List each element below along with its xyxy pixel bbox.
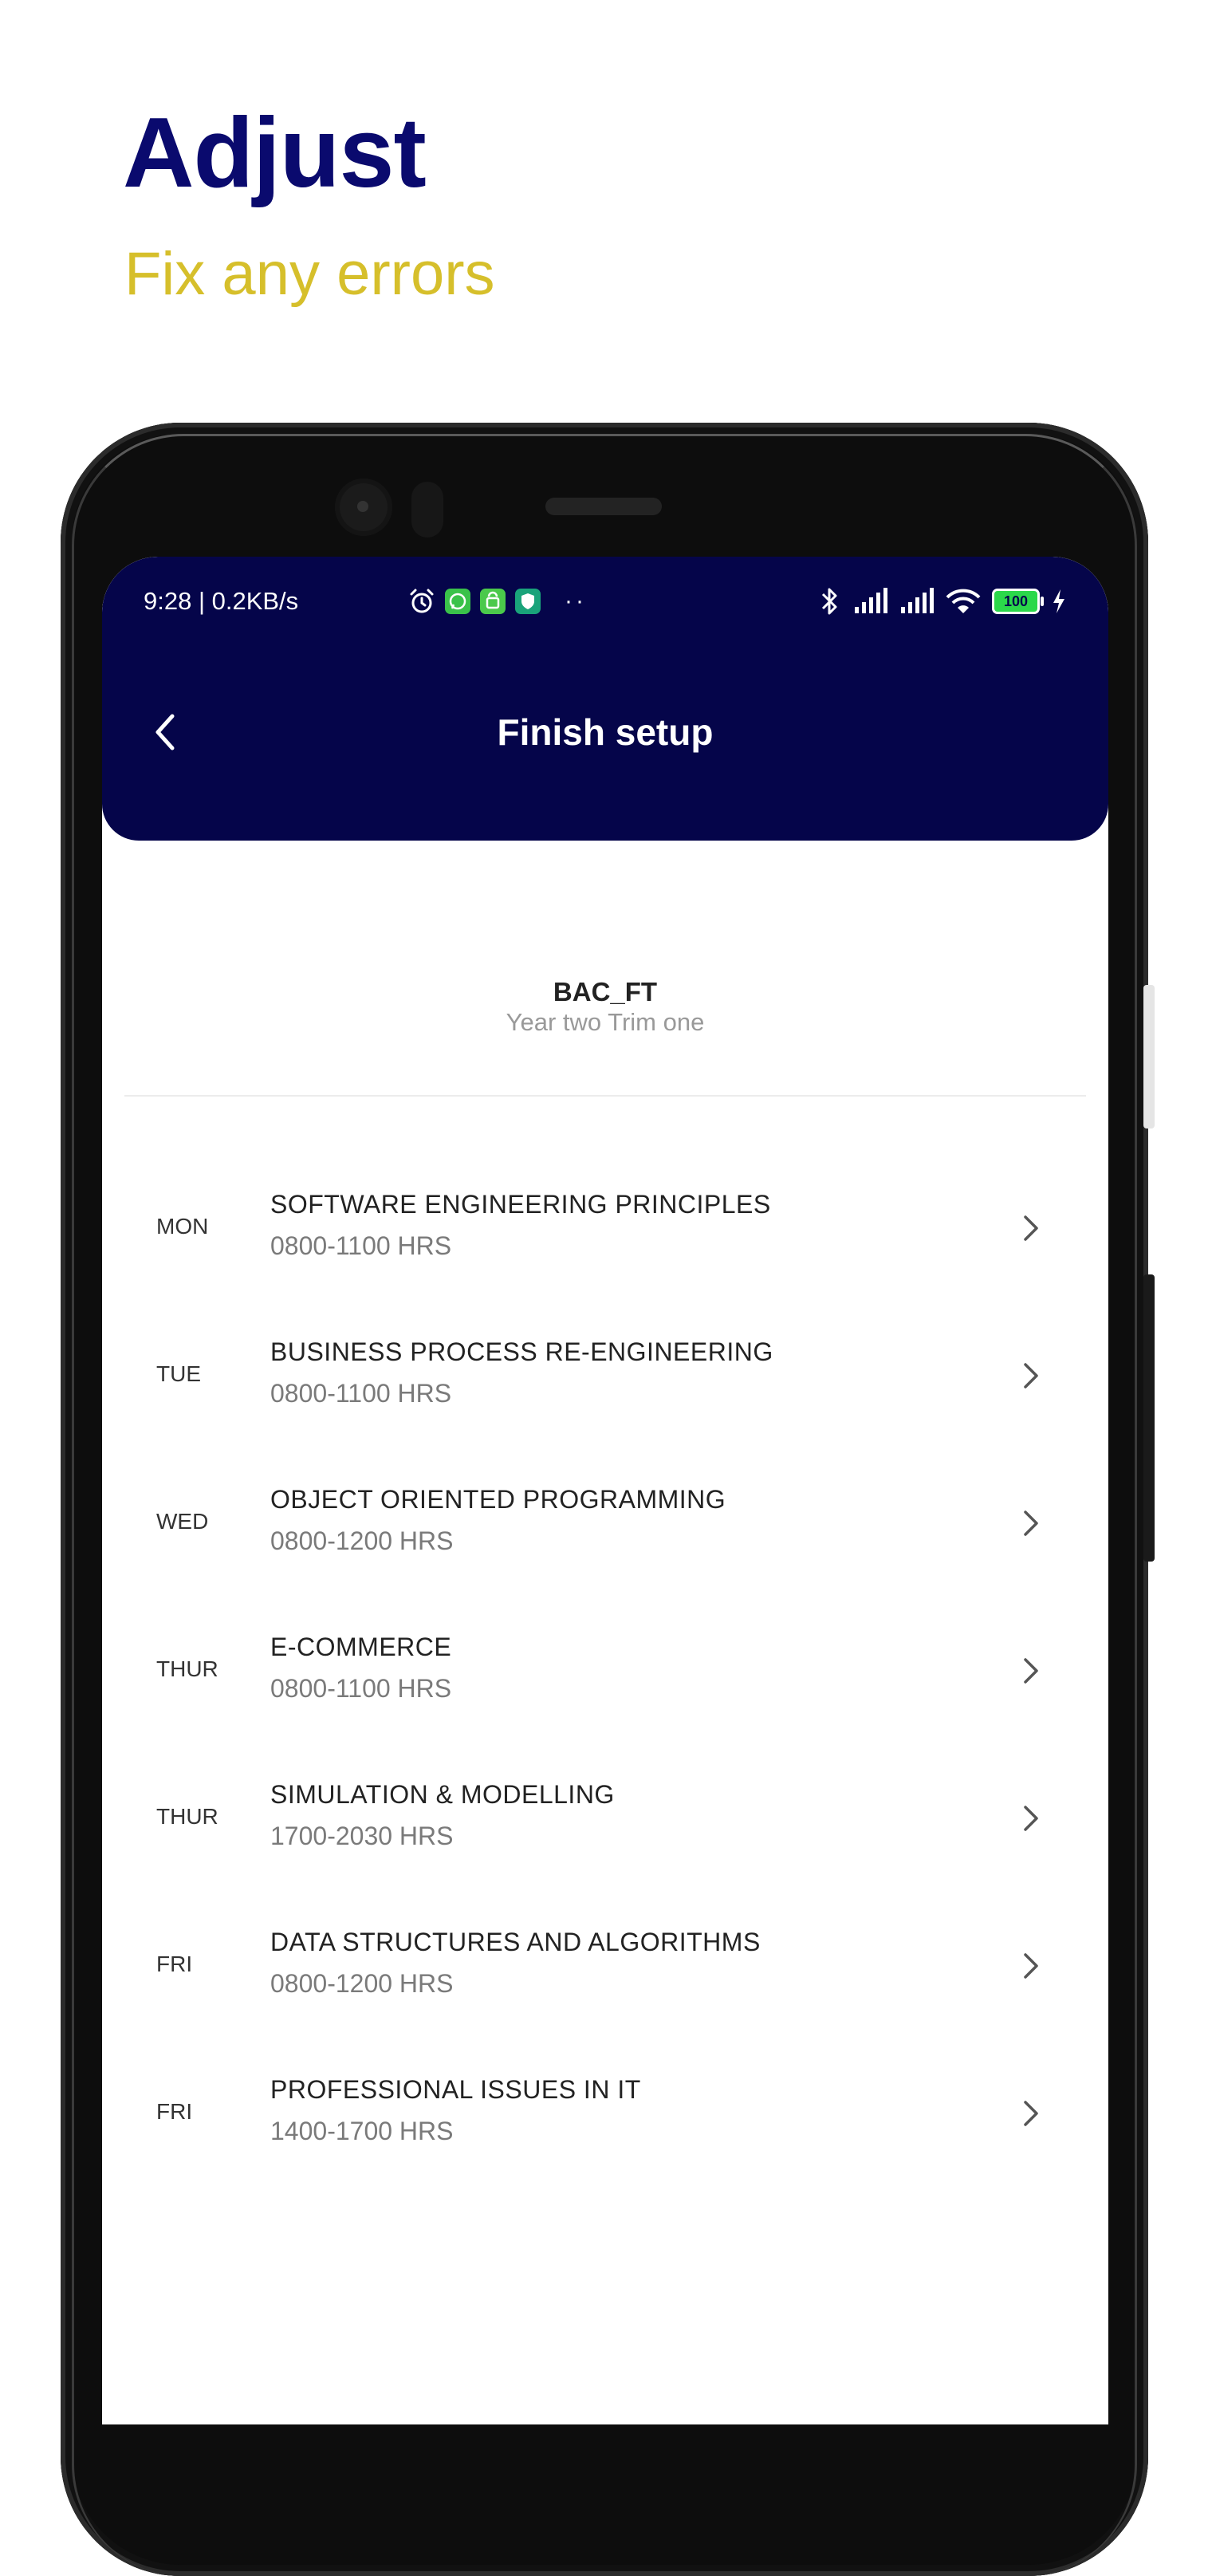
schedule-list: MON SOFTWARE ENGINEERING PRINCIPLES 0800… (102, 1171, 1108, 2204)
signal-icon (855, 588, 887, 613)
schedule-time: 0800-1100 HRS (270, 1379, 452, 1408)
schedule-row[interactable]: TUE BUSINESS PROCESS RE-ENGINEERING 0800… (102, 1318, 1108, 1466)
phone-power-button (1143, 1274, 1155, 1562)
signal-icon (901, 588, 934, 613)
schedule-row[interactable]: THUR SIMULATION & MODELLING 1700-2030 HR… (102, 1761, 1108, 1908)
schedule-day: FRI (156, 2099, 193, 2124)
schedule-time: 0800-1200 HRS (270, 1526, 454, 1555)
schedule-row[interactable]: WED OBJECT ORIENTED PROGRAMMING 0800-120… (102, 1466, 1108, 1613)
earpiece-speaker (545, 498, 662, 515)
schedule-subject: DATA STRUCTURES AND ALGORITHMS (270, 1928, 761, 1956)
schedule-time: 0800-1100 HRS (270, 1674, 452, 1703)
schedule-day: WED (156, 1509, 209, 1534)
schedule-subject: SIMULATION & MODELLING (270, 1780, 615, 1809)
vpn-shield-icon (515, 589, 541, 614)
schedule-time: 0800-1100 HRS (270, 1231, 452, 1260)
phone-volume-button (1143, 985, 1155, 1128)
divider (124, 1095, 1086, 1097)
more-notifications-icon: ·· (565, 588, 587, 614)
status-notification-icons: ·· (408, 587, 587, 616)
android-icon (480, 589, 506, 614)
chevron-right-icon (1024, 1363, 1038, 1388)
page-title: Finish setup (497, 711, 714, 753)
schedule-subject: BUSINESS PROCESS RE-ENGINEERING (270, 1337, 773, 1366)
schedule-day: THUR (156, 1804, 218, 1829)
status-system-icons: 100 (818, 585, 1067, 617)
alarm-icon (410, 589, 434, 613)
chevron-right-icon (1024, 1658, 1038, 1684)
status-time-speed: 9:28 | 0.2KB/s (144, 587, 299, 615)
promo-subtitle: Fix any errors (124, 240, 495, 308)
status-bar: 9:28 | 0.2KB/s ·· 100 (144, 577, 1067, 625)
schedule-time: 1400-1700 HRS (270, 2117, 454, 2145)
app-header: 9:28 | 0.2KB/s ·· 100 Finish setup (102, 557, 1108, 841)
schedule-subject: OBJECT ORIENTED PROGRAMMING (270, 1485, 726, 1514)
schedule-day: FRI (156, 1952, 193, 1976)
schedule-row[interactable]: FRI PROFESSIONAL ISSUES IN IT 1400-1700 … (102, 2056, 1108, 2204)
proximity-sensor (411, 482, 443, 538)
course-term: Year two Trim one (506, 1008, 705, 1036)
course-code: BAC_FT (553, 977, 658, 1006)
wifi-icon (946, 589, 981, 613)
phone-screen: 9:28 | 0.2KB/s ·· 100 Finish setup BAC_F… (102, 557, 1108, 2424)
schedule-subject: PROFESSIONAL ISSUES IN IT (270, 2075, 641, 2104)
schedule-day: THUR (156, 1656, 218, 1681)
schedule-row[interactable]: MON SOFTWARE ENGINEERING PRINCIPLES 0800… (102, 1171, 1108, 1318)
battery-icon: 100 (992, 589, 1044, 614)
whatsapp-icon (445, 589, 470, 614)
schedule-row[interactable]: FRI DATA STRUCTURES AND ALGORITHMS 0800-… (102, 1908, 1108, 2056)
front-camera (335, 479, 392, 536)
chevron-right-icon (1024, 1806, 1038, 1831)
chevron-right-icon (1024, 1215, 1038, 1241)
schedule-day: TUE (156, 1361, 201, 1386)
chevron-right-icon (1024, 2101, 1038, 2126)
schedule-time: 0800-1200 HRS (270, 1969, 454, 1998)
charging-icon (1053, 589, 1064, 613)
chevron-right-icon (1024, 1511, 1038, 1536)
chevron-right-icon (1024, 1953, 1038, 1979)
schedule-row[interactable]: THUR E-COMMERCE 0800-1100 HRS (102, 1613, 1108, 1761)
schedule-subject: E-COMMERCE (270, 1633, 452, 1661)
promo-title: Adjust (123, 98, 427, 208)
schedule-subject: SOFTWARE ENGINEERING PRINCIPLES (270, 1190, 771, 1219)
bluetooth-icon (821, 588, 837, 615)
schedule-time: 1700-2030 HRS (270, 1822, 454, 1850)
schedule-day: MON (156, 1214, 209, 1239)
